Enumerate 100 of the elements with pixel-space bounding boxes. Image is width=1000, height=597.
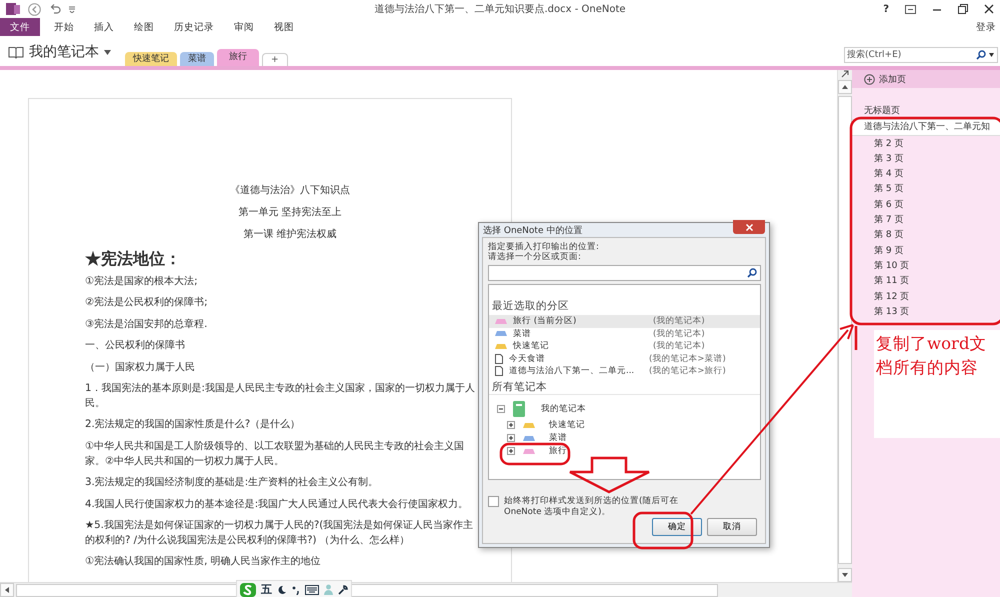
ribbon-tab[interactable]: 视图	[264, 18, 304, 36]
help-button[interactable]: ?	[883, 4, 889, 14]
left-arrow-icon	[5, 587, 9, 593]
section-tree-item[interactable]: 菜谱	[489, 432, 760, 444]
subpage-list-item[interactable]: 第 8 页	[852, 228, 1000, 243]
restore-icon[interactable]	[958, 4, 968, 14]
recent-location-item[interactable]: 今天食谱 (我的笔记本>菜谱)	[489, 352, 760, 365]
search-icon	[747, 268, 757, 278]
sign-in-link[interactable]: 登录	[976, 20, 996, 34]
subpage-list-item[interactable]: 第 9 页	[852, 244, 1000, 258]
document-paragraph: ★5.我国宪法是如何保证国家的一切权力属于人民的?(我国宪法是如何保证人民当家作主的权利的? /为什么说我国宪法是公民权利的保障书?) （为什么、怎么样）	[85, 518, 474, 548]
input-mode-label[interactable]: 五	[261, 582, 272, 597]
checkbox[interactable]	[488, 496, 499, 507]
scroll-up-button[interactable]	[838, 80, 852, 94]
input-method-logo-icon[interactable]	[240, 582, 256, 596]
list-heading: 最近选取的分区	[491, 299, 570, 313]
customize-icon[interactable]	[69, 5, 75, 13]
page-list-item[interactable]: 道德与法治八下第一、二单元知	[852, 119, 1000, 136]
ribbon-tab[interactable]: 插入	[84, 18, 124, 36]
subpage-list-item[interactable]: 第 2 页	[852, 136, 1000, 151]
checkbox-label: 始终将打印样式发送到所选的位置(随后可在 OneNote 选项中自定义)。	[504, 496, 680, 518]
section-tree-item[interactable]: 旅行	[489, 444, 760, 458]
dialog-title: 选择 OneNote 中的位置	[483, 224, 582, 236]
recent-location-item[interactable]: 菜谱 (我的笔记本)	[489, 328, 760, 340]
document-heading: ★宪法地位：	[85, 249, 181, 269]
scroll-left-button[interactable]	[0, 583, 14, 597]
keyboard-icon[interactable]	[305, 584, 319, 594]
document-paragraph: 1．我国宪法的基本原则是:我国是人民民主专政的社会主义国家，国家的一切权力属于人民。	[85, 382, 476, 411]
back-icon[interactable]	[28, 2, 41, 16]
moon-icon[interactable]	[277, 584, 287, 594]
close-button[interactable]	[733, 220, 765, 234]
expander-icon[interactable]	[507, 447, 515, 455]
document-paragraph: ①宪法确认我国的国家性质, 明确人民当家作主的地位	[85, 554, 322, 570]
dialog-prompt: 请选择一个分区或页面:	[488, 252, 582, 262]
notebook-dropdown[interactable]: 我的笔记本	[8, 43, 111, 61]
subpage-list-item[interactable]: 第 12 页	[852, 290, 1000, 304]
subpage-list-item[interactable]: 第 5 页	[852, 182, 1000, 197]
document-title-line: 第一课 维护宪法权威	[242, 228, 338, 242]
dropdown-caret-icon	[104, 50, 111, 54]
up-arrow-icon	[842, 85, 848, 89]
notebook-tree-item[interactable]: 我的笔记本	[489, 396, 760, 418]
plus-circle-icon	[864, 74, 875, 84]
onenote-logo-icon	[6, 2, 20, 16]
scroll-down-button[interactable]	[838, 568, 852, 582]
cancel-button[interactable]: 取消	[707, 518, 757, 536]
recent-location-item[interactable]: 道德与法治八下第一、二单元... (我的笔记本>旅行)	[489, 365, 760, 378]
expand-icon[interactable]	[841, 70, 849, 78]
punctuation-icon[interactable]	[292, 584, 300, 594]
subpage-list-item[interactable]: 第 4 页	[852, 167, 1000, 182]
add-section-tab[interactable]: +	[262, 53, 288, 66]
subpage-list-item[interactable]: 第 10 页	[852, 258, 1000, 274]
book-icon	[8, 46, 24, 58]
document-paragraph: 2.宪法规定的我国的国家性质是什么?（是什么）	[85, 418, 302, 432]
document-paragraph: ①宪法是国家的根本大法;	[85, 274, 199, 289]
subpage-list-item[interactable]: 第 11 页	[852, 274, 1000, 289]
search-icon	[976, 50, 986, 60]
dropdown-caret-icon	[989, 53, 994, 57]
undo-icon[interactable]	[49, 3, 61, 15]
document-paragraph: ③宪法是治国安邦的总章程.	[85, 318, 208, 332]
page-icon	[495, 366, 503, 376]
section-tab[interactable]: 快速笔记	[125, 52, 177, 66]
close-icon	[746, 224, 752, 230]
close-icon[interactable]	[984, 4, 994, 14]
dialog-prompt: 指定要插入打印输出的位置:	[488, 242, 600, 252]
recent-location-item[interactable]: 旅行 (当前分区) (我的笔记本)	[489, 315, 760, 328]
annotation-note: 复制了word文档所有的内容	[874, 330, 1000, 438]
ribbon-tab[interactable]: 历史记录	[164, 18, 224, 36]
highlight-outline	[632, 512, 694, 550]
document-paragraph: 一、公民权利的保障书	[85, 338, 186, 354]
subpage-list-item[interactable]: 第 7 页	[852, 213, 1000, 228]
page-list-item[interactable]: 无标题页	[852, 104, 1000, 118]
subpage-list-item[interactable]: 第 13 页	[852, 304, 1000, 320]
section-tab[interactable]: 菜谱	[180, 52, 214, 66]
highlight-outline	[500, 442, 570, 466]
expander-icon[interactable]	[497, 404, 505, 412]
search-field[interactable]: 搜索(Ctrl+E)	[844, 47, 998, 63]
expander-icon[interactable]	[507, 421, 515, 429]
expander-icon[interactable]	[507, 434, 515, 442]
search-field[interactable]	[488, 265, 761, 281]
ok-button[interactable]: 确定	[652, 518, 702, 536]
document-title-line: 第一单元 坚持宪法至上	[237, 206, 343, 220]
document-paragraph: ①中华人民共和国是工人阶级领导的、以工农联盟为基础的人民民主专政的社会主义国家。②中华人民共和国的一切权力属于人民。	[85, 440, 466, 469]
subpage-list-item[interactable]: 第 6 页	[852, 198, 1000, 212]
list-heading: 所有笔记本	[489, 380, 760, 394]
display-options-icon[interactable]	[905, 4, 916, 14]
document-paragraph: （一）国家权力属于人民	[85, 360, 196, 375]
section-tree-item[interactable]: 快速笔记	[489, 418, 760, 432]
recent-location-item[interactable]: 快速笔记 (我的笔记本)	[489, 340, 760, 352]
down-arrow-icon	[842, 573, 848, 577]
section-tab[interactable]: 旅行	[217, 49, 259, 66]
wrench-icon[interactable]	[338, 584, 348, 594]
notebook-icon	[513, 400, 525, 416]
page-icon	[495, 354, 503, 364]
subpage-list-item[interactable]: 第 3 页	[852, 152, 1000, 166]
document-paragraph: 3.宪法规定的我国经济制度的基础是:生产资料的社会主义公有制。	[85, 476, 380, 490]
ribbon-tab[interactable]: 绘图	[124, 18, 164, 36]
window-title: 道德与法治八下第一、二单元知识要点.docx - OneNote	[374, 2, 626, 16]
ribbon-tab[interactable]: 开始	[44, 18, 84, 36]
ribbon-tab[interactable]: 审阅	[224, 18, 264, 36]
add-page-button[interactable]: 添加页	[852, 70, 1000, 88]
